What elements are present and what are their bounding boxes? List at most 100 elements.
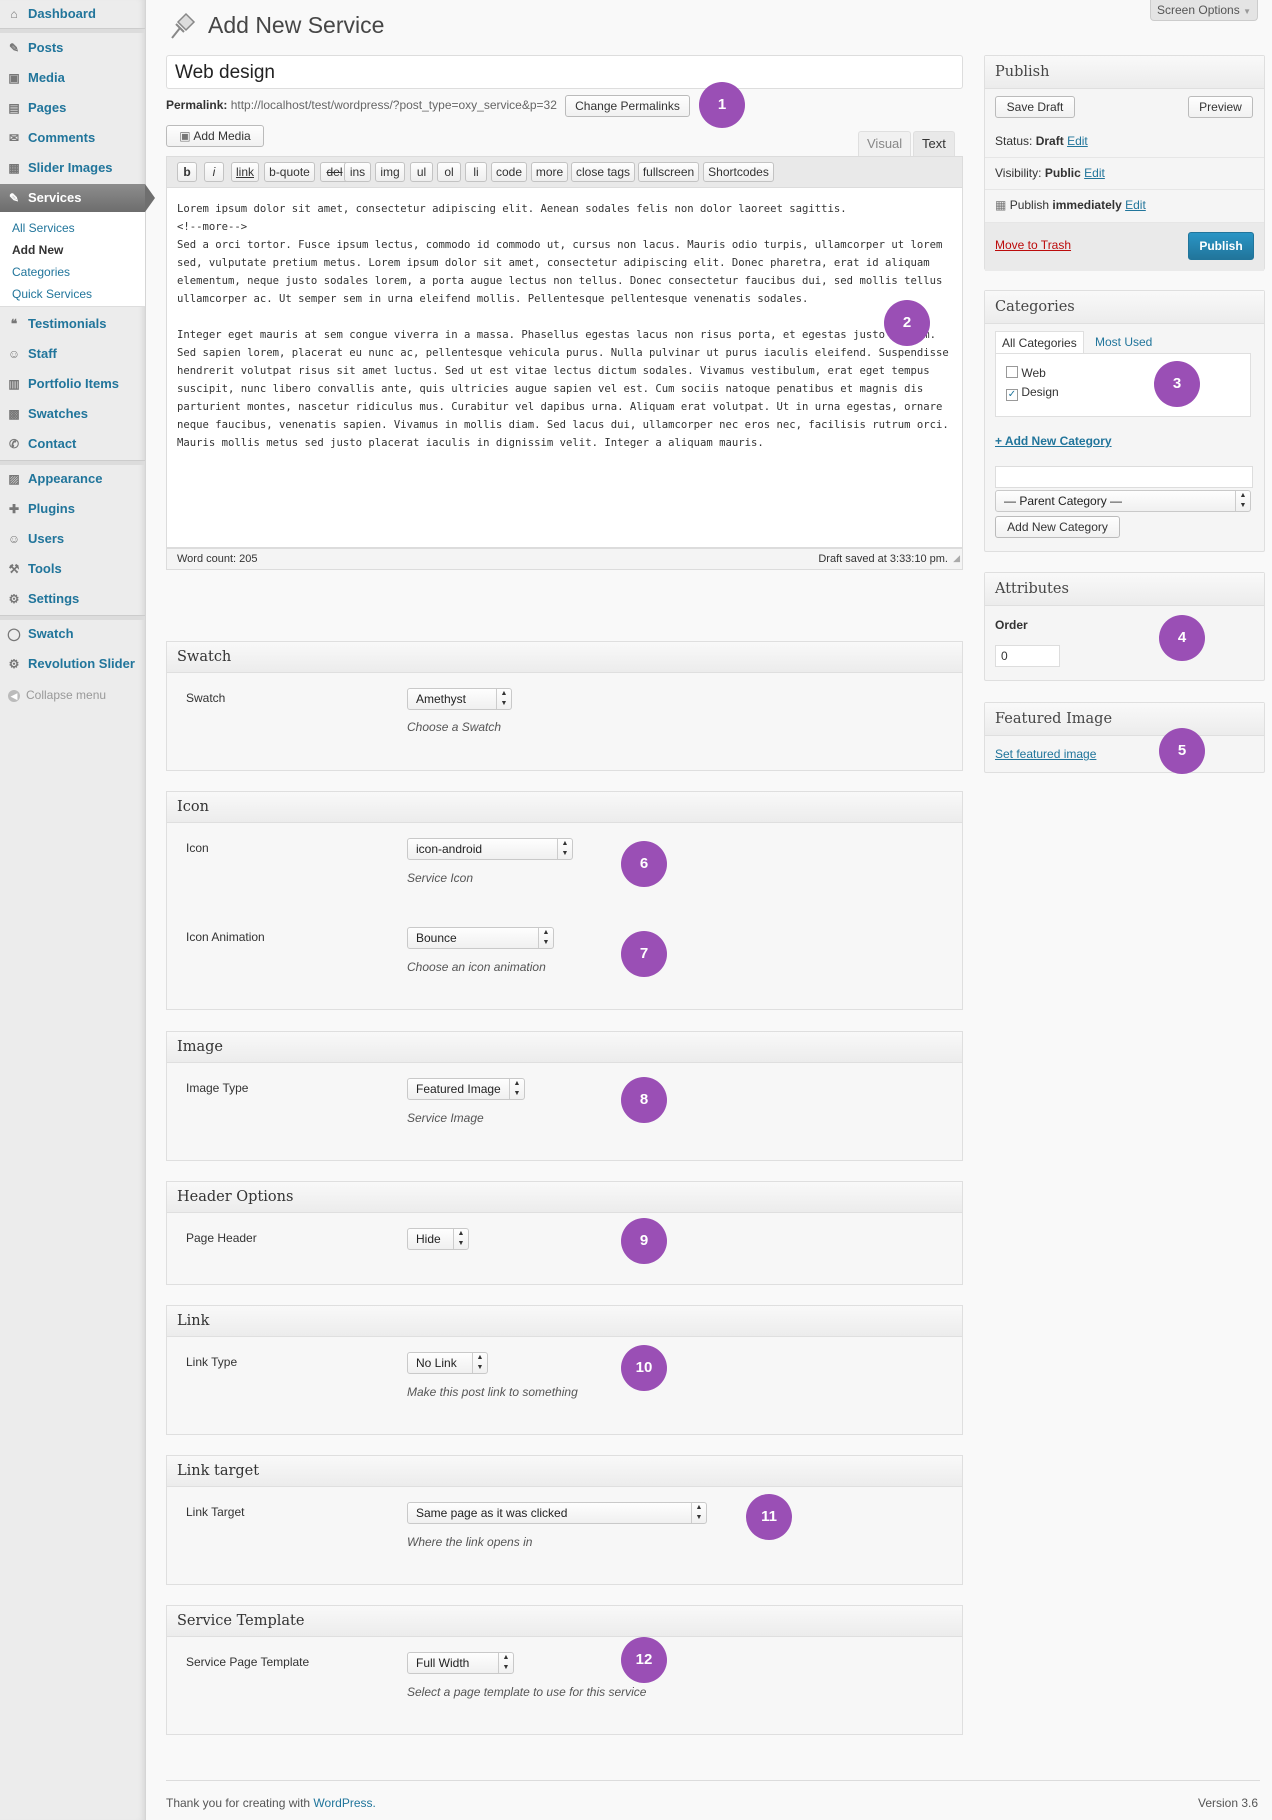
order-input[interactable]: 0 [995,645,1060,667]
qt-code-button[interactable]: code [491,162,527,182]
qt-bold-button[interactable]: b [177,162,197,182]
move-to-trash-link[interactable]: Move to Trash [995,238,1071,252]
menu-portfolio-items[interactable]: ▥ Portfolio Items [0,370,145,398]
tab-text[interactable]: Text [913,131,955,156]
image-type-description: Service Image [407,1111,484,1125]
qt-close-tags-button[interactable]: close tags [571,162,635,182]
pages-icon: ▤ [8,101,20,115]
post-status-row: Status: Draft Edit [995,134,1088,148]
service-page-template-select[interactable]: Full Width ▲ ▼ [407,1652,514,1674]
menu-swatches[interactable]: ▩ Swatches [0,400,145,428]
resize-handle-icon[interactable]: ◢ [953,548,960,568]
category-web[interactable]: Web [1006,366,1046,380]
submenu-categories[interactable]: Categories [12,262,70,282]
menu-services[interactable]: ✎ Services [0,184,155,212]
edit-date-link[interactable]: Edit [1125,198,1146,212]
preview-button[interactable]: Preview [1188,96,1253,118]
add-new-category-link[interactable]: + Add New Category [995,434,1112,448]
menu-revolution-slider[interactable]: ⚙ Revolution Slider [0,650,145,678]
link-target-select[interactable]: Same page as it was clicked ▲ ▼ [407,1502,707,1524]
featured-image-box-title: Featured Image [985,703,1264,736]
icon-label: Icon [186,841,209,855]
save-draft-button[interactable]: Save Draft [995,96,1075,118]
submenu-quick-services[interactable]: Quick Services [12,284,92,304]
menu-comments[interactable]: ✉ Comments [0,124,145,152]
select-arrows-icon: ▲ ▼ [496,689,511,709]
menu-contact[interactable]: ✆ Contact [0,430,145,458]
header-options-metabox-title: Header Options [167,1182,962,1213]
swatch-description: Choose a Swatch [407,720,502,734]
change-permalinks-button[interactable]: Change Permalinks [565,95,690,117]
image-type-label: Image Type [186,1081,249,1095]
link-target-metabox-title: Link target [167,1456,962,1487]
service-template-metabox-title: Service Template [167,1606,962,1637]
qt-fullscreen-button[interactable]: fullscreen [638,162,699,182]
menu-swatch[interactable]: ◯ Swatch [0,620,145,648]
menu-appearance[interactable]: ▨ Appearance [0,465,145,493]
submenu-all-services[interactable]: All Services [12,218,75,238]
parent-category-select[interactable]: — Parent Category — ▲ ▼ [995,490,1251,512]
collapse-menu[interactable]: ◀ Collapse menu [8,688,106,702]
select-arrows-icon: ▲ ▼ [1235,491,1250,511]
menu-separator [0,28,145,33]
link-type-description: Make this post link to something [407,1385,578,1399]
menu-staff[interactable]: ☺ Staff [0,340,145,368]
menu-posts[interactable]: ✎ Posts [0,34,145,62]
icon-animation-select[interactable]: Bounce ▲ ▼ [407,927,554,949]
submenu-add-new[interactable]: Add New [12,240,63,260]
checkbox-checked-icon[interactable]: ✓ [1006,389,1018,401]
content-textarea[interactable]: Lorem ipsum dolor sit amet, consectetur … [166,188,963,548]
admin-sidebar: ⌂ Dashboard ✎ Posts ▣ Media ▤ Pages ✉ Comment… [0,0,155,1820]
screen-options-button[interactable]: Screen Options ▼ [1150,0,1258,21]
menu-pages[interactable]: ▤ Pages [0,94,145,122]
service-template-metabox: Service Template Service Page Template F… [166,1605,963,1735]
swatch-select[interactable]: Amethyst ▲ ▼ [407,688,512,710]
tab-most-used[interactable]: Most Used [1095,331,1152,353]
attributes-box: Attributes Order 0 [984,572,1265,681]
publish-button[interactable]: Publish [1188,232,1254,260]
user-icon: ☺ [7,532,21,546]
wordpress-link[interactable]: WordPress. [313,1796,375,1810]
menu-dashboard[interactable]: ⌂ Dashboard [0,0,145,28]
qt-li-button[interactable]: li [465,162,487,182]
menu-users[interactable]: ☺ Users [0,525,145,553]
qt-ul-button[interactable]: ul [410,162,433,182]
service-page-template-description: Select a page template to use for this s… [407,1685,647,1699]
link-type-select[interactable]: No Link ▲ ▼ [407,1352,488,1374]
menu-settings[interactable]: ⚙ Settings [0,585,145,613]
link-metabox: Link Link Type No Link ▲ ▼ Make this post … [166,1305,963,1435]
icon-select[interactable]: icon-android ▲ ▼ [407,838,573,860]
menu-plugins[interactable]: ✚ Plugins [0,495,145,523]
menu-media[interactable]: ▣ Media [0,64,145,92]
service-page-template-label: Service Page Template [186,1655,310,1669]
post-title-input[interactable]: Web design [166,55,963,89]
menu-slider-images[interactable]: ▦ Slider Images [0,154,145,182]
qt-link-button[interactable]: link [231,162,259,182]
tools-icon: ⚒ [8,562,20,576]
category-design[interactable]: ✓ Design [1006,385,1059,401]
image-type-select[interactable]: Featured Image ▲ ▼ [407,1078,525,1100]
plugin-icon: ✚ [8,502,20,516]
categories-box-title: Categories [985,291,1264,324]
tab-visual[interactable]: Visual [858,131,912,156]
menu-tools[interactable]: ⚒ Tools [0,555,145,583]
qt-img-button[interactable]: img [375,162,405,182]
permalink-url[interactable]: http://localhost/test/wordpress/?post_ty… [231,98,557,112]
menu-testimonials[interactable]: ❝ Testimonials [0,310,145,338]
edit-status-link[interactable]: Edit [1067,134,1088,148]
new-category-name-input[interactable] [995,466,1253,488]
set-featured-image-link[interactable]: Set featured image [995,747,1096,761]
qt-ol-button[interactable]: ol [437,162,461,182]
add-new-category-button[interactable]: Add New Category [995,516,1120,538]
qt-shortcodes-button[interactable]: Shortcodes [703,162,774,182]
swatch-icon: ▩ [8,407,20,421]
qt-more-button[interactable]: more [531,162,568,182]
tab-all-categories[interactable]: All Categories [995,331,1084,354]
page-header-select[interactable]: Hide ▲ ▼ [407,1228,469,1250]
edit-visibility-link[interactable]: Edit [1084,166,1105,180]
checkbox-unchecked-icon[interactable] [1006,366,1018,378]
qt-bquote-button[interactable]: b-quote [264,162,315,182]
qt-ins-button[interactable]: ins [344,162,371,182]
add-media-button[interactable]: ▣ Add Media [166,125,264,147]
qt-italic-button[interactable]: i [204,162,224,182]
